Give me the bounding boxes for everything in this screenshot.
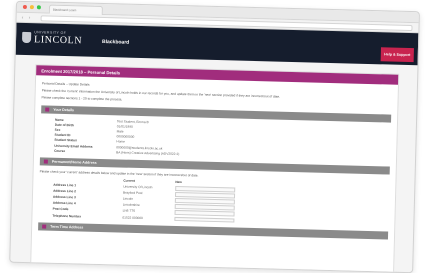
details-list: Name Test Student, Emma B Date of Birth … — [54, 117, 391, 161]
address-new-input[interactable] — [174, 204, 235, 211]
close-window-icon[interactable] — [22, 4, 27, 9]
browser-window: Blackboard Learn ‹ › UNIVERSITY OF LINCO… — [9, 0, 420, 273]
address-label: Address Line 4 — [52, 201, 76, 206]
address-new-input[interactable] — [174, 198, 235, 205]
address-form: Address Line 1 University Of Lincoln Add… — [52, 183, 389, 227]
section-title: Term Time Address — [50, 224, 84, 230]
address-current-value: Brayford Pool — [123, 190, 143, 196]
address-new-input[interactable] — [174, 210, 235, 217]
enrolment-card: Enrolment 2017/2018 – Personal Details P… — [29, 64, 400, 273]
back-forward-icon[interactable]: ‹ › — [22, 15, 33, 21]
section-icon — [43, 159, 48, 164]
address-new-input[interactable] — [174, 216, 235, 223]
university-crest-icon — [21, 31, 32, 44]
university-name-logo[interactable]: LINCOLN — [34, 34, 82, 46]
help-support-button[interactable]: Help & Support — [380, 47, 414, 63]
maximize-window-icon[interactable] — [36, 5, 41, 10]
address-current-value: University Of Lincoln — [123, 184, 153, 190]
section-title: Your Details — [53, 107, 74, 112]
address-new-input[interactable] — [175, 186, 236, 193]
address-label: Telephone Number — [52, 213, 82, 219]
address-current-value: Lincolnshire — [122, 202, 140, 208]
address-current-value: 01522 000000 — [122, 215, 143, 220]
product-name[interactable]: Blackboard — [102, 39, 129, 46]
current-column-header: Current — [123, 178, 135, 183]
user-menu[interactable] — [384, 35, 414, 43]
section-title: Permanent/Home Address — [51, 159, 97, 165]
section-icon — [45, 107, 50, 112]
window-controls — [22, 4, 41, 10]
minimize-window-icon[interactable] — [29, 5, 34, 10]
address-current-value: LN6 7TS — [122, 209, 136, 214]
section-icon — [42, 224, 47, 229]
address-new-input[interactable] — [174, 192, 236, 199]
address-current-value: Lincoln — [122, 196, 134, 202]
detail-label: Course — [54, 148, 66, 153]
card-body: Personal Details – Update Details Please… — [32, 75, 398, 240]
new-column-header: New — [175, 180, 182, 185]
